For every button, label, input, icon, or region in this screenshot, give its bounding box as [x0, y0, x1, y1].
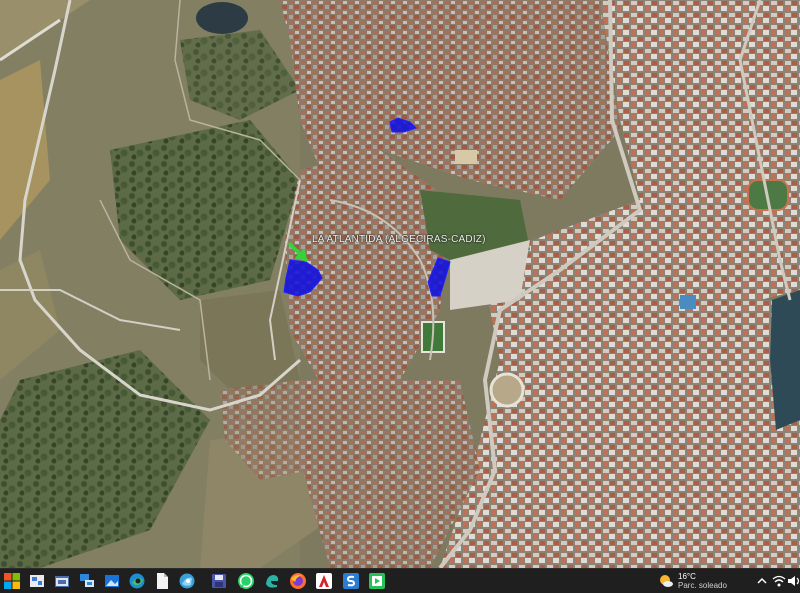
windows-start-icon[interactable]	[3, 572, 21, 590]
task-view-icon[interactable]	[28, 572, 46, 590]
file-icon[interactable]	[153, 572, 171, 590]
edge-dev-icon[interactable]	[263, 572, 281, 590]
windows-taskbar: 16°C Parc. soleado	[0, 568, 800, 593]
save-icon[interactable]	[210, 572, 228, 590]
media-icon[interactable]	[368, 572, 386, 590]
satellite-imagery	[0, 0, 800, 568]
acrobat-icon[interactable]	[315, 572, 333, 590]
photos-icon[interactable]	[103, 572, 121, 590]
weather-sun-cloud-icon	[660, 575, 673, 587]
weather-description: Parc. soleado	[678, 581, 727, 590]
network-status-icon[interactable]	[772, 572, 786, 590]
location-label: LA ATLANTIDA (ALGECIRAS-CADIZ)	[312, 234, 486, 245]
volume-icon[interactable]	[787, 572, 800, 590]
firefox-icon[interactable]	[289, 572, 307, 590]
satellite-map[interactable]: LA ATLANTIDA (ALGECIRAS-CADIZ)	[0, 0, 800, 568]
sway-icon[interactable]	[342, 572, 360, 590]
folder-icon[interactable]	[53, 572, 71, 590]
maps-icon[interactable]	[178, 572, 196, 590]
network-icon[interactable]	[78, 572, 96, 590]
chevron-up-icon[interactable]	[755, 572, 769, 590]
weather-temperature: 16°C	[678, 572, 696, 581]
edge-icon[interactable]	[128, 572, 146, 590]
whatsapp-icon[interactable]	[237, 572, 255, 590]
